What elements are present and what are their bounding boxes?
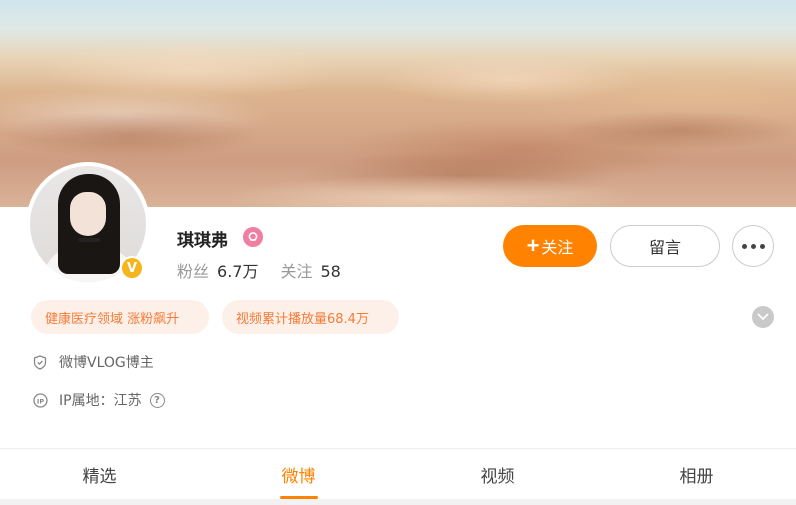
ip-icon: IP	[32, 392, 48, 408]
plus-icon: +	[526, 233, 540, 258]
follow-button[interactable]: + 关注	[503, 225, 597, 267]
question-icon[interactable]: ?	[149, 392, 165, 408]
bottom-strip	[0, 499, 796, 505]
following-label: 关注	[280, 262, 313, 281]
tag-health-medical[interactable]: 健康医疗领域 涨粉飙升	[31, 300, 209, 334]
chevron-down-icon[interactable]	[752, 306, 774, 328]
ip-row: IP IP属地：江苏 ?	[32, 390, 165, 410]
svg-text:IP: IP	[36, 397, 43, 405]
more-dots-icon[interactable]	[732, 225, 774, 267]
followers-label: 粉丝	[177, 262, 210, 281]
tab-weibo[interactable]: 微博	[199, 449, 398, 499]
vip-badge-icon[interactable]	[243, 227, 263, 247]
shield-icon	[32, 354, 48, 370]
tab-video[interactable]: 视频	[398, 449, 597, 499]
profile-stats: 粉丝 6.7万 关注 58	[177, 258, 341, 282]
profile-name: 琪琪弗	[177, 231, 228, 251]
tag-video-plays[interactable]: 视频累计播放量68.4万	[222, 300, 399, 334]
message-label: 留言	[648, 240, 681, 257]
follow-label: 关注	[541, 240, 574, 257]
tab-album[interactable]: 相册	[597, 449, 796, 499]
role-text: 微博VLOG博主	[59, 355, 154, 371]
message-button[interactable]: 留言	[610, 225, 720, 267]
profile-tabs: 精选 微博 视频 相册	[0, 449, 796, 499]
followers-count[interactable]: 6.7万	[217, 262, 258, 281]
following-count[interactable]: 58	[320, 262, 340, 281]
ip-location-text: IP属地：江苏	[59, 393, 142, 409]
verified-v-icon: V	[120, 256, 144, 280]
tab-featured[interactable]: 精选	[0, 449, 199, 499]
role-row: 微博VLOG博主	[32, 352, 154, 372]
